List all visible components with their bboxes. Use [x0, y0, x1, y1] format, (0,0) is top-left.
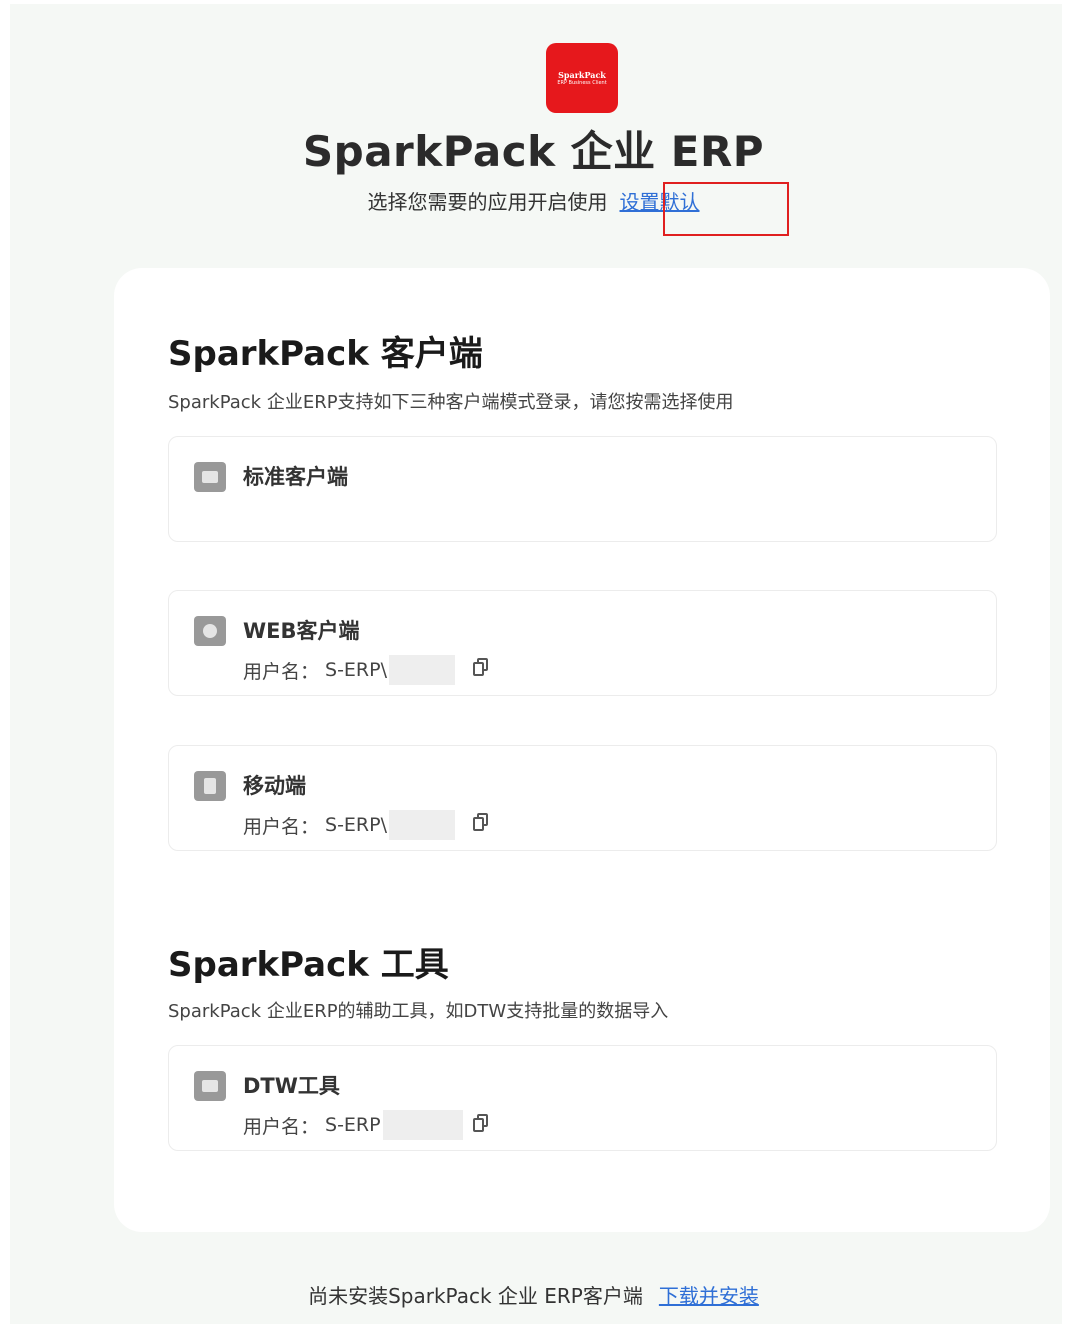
- client-item-mobile[interactable]: 移动端 用户名： S-ERP\: [168, 745, 997, 851]
- username-value: S-ERP\: [325, 814, 387, 836]
- annotation-highlight-box: [663, 182, 789, 236]
- app-logo: SparkPack ERP Business Client: [546, 43, 618, 113]
- client-item-web[interactable]: WEB客户端 用户名： S-ERP\: [168, 590, 997, 696]
- mobile-icon: [194, 771, 226, 801]
- tools-section-title: SparkPack 工具: [168, 945, 449, 985]
- client-item-name: 标准客户端: [243, 465, 348, 489]
- tool-icon: [194, 1071, 226, 1101]
- clients-section-description: SparkPack 企业ERP支持如下三种客户端模式登录，请您按需选择使用: [168, 392, 734, 413]
- username-row: 用户名： S-ERP\: [243, 810, 455, 840]
- username-row: 用户名： S-ERP: [243, 1110, 463, 1140]
- download-install-link[interactable]: 下载并安装: [659, 1280, 759, 1309]
- client-item-standard[interactable]: 标准客户端: [168, 436, 997, 542]
- footer: 尚未安装SparkPack 企业 ERP客户端 下载并安装: [0, 1280, 1067, 1309]
- tool-item-name: DTW工具: [243, 1074, 340, 1098]
- subtitle-text: 选择您需要的应用开启使用: [367, 190, 608, 214]
- tool-item-dtw[interactable]: DTW工具 用户名： S-ERP: [168, 1045, 997, 1151]
- username-value: S-ERP: [325, 1114, 381, 1136]
- logo-text: SparkPack: [558, 69, 606, 80]
- client-item-name: 移动端: [243, 774, 306, 798]
- username-redacted: [389, 655, 455, 685]
- username-label: 用户名：: [243, 660, 320, 683]
- globe-icon: [194, 616, 226, 646]
- footer-text: 尚未安装SparkPack 企业 ERP客户端: [308, 1284, 643, 1308]
- username-value: S-ERP\: [325, 659, 387, 681]
- username-row: 用户名： S-ERP\: [243, 655, 455, 685]
- username-label: 用户名：: [243, 815, 320, 838]
- client-item-name: WEB客户端: [243, 619, 360, 643]
- monitor-icon: [194, 462, 226, 492]
- page-title: SparkPack 企业 ERP: [302, 127, 765, 176]
- subtitle-row: 选择您需要的应用开启使用 设置默认: [0, 186, 1067, 215]
- username-redacted: [382, 1110, 463, 1140]
- username-label: 用户名：: [243, 1115, 320, 1138]
- username-redacted: [389, 810, 455, 840]
- logo-subtext: ERP Business Client: [557, 79, 607, 86]
- tools-section-description: SparkPack 企业ERP的辅助工具，如DTW支持批量的数据导入: [168, 1001, 669, 1022]
- copy-icon[interactable]: [473, 1114, 489, 1132]
- copy-icon[interactable]: [473, 813, 489, 831]
- copy-icon[interactable]: [473, 658, 489, 676]
- clients-section-title: SparkPack 客户端: [168, 334, 483, 374]
